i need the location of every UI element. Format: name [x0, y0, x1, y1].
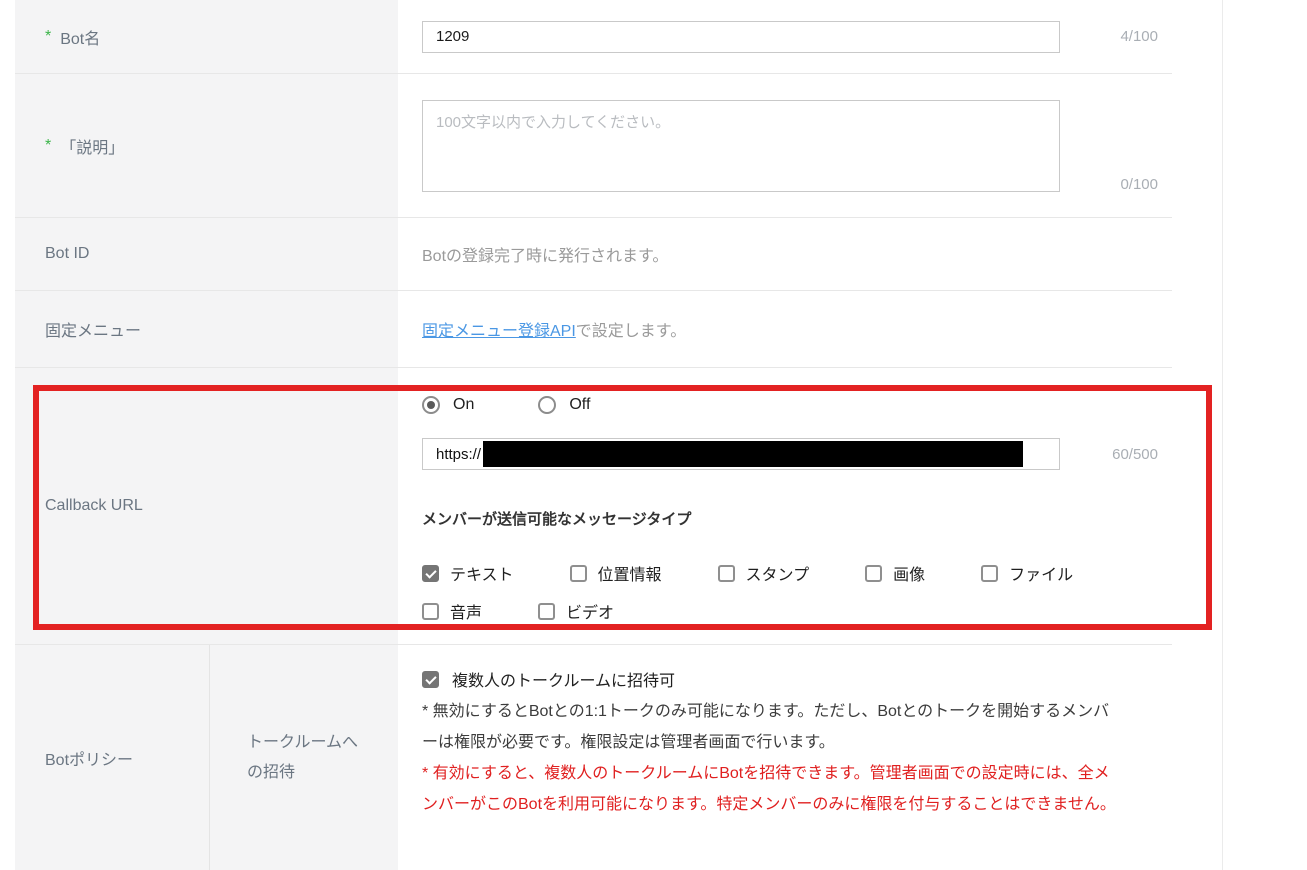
callback-url-input[interactable]: https:// — [422, 438, 1060, 470]
description-label-cell: * 「説明」 — [15, 74, 398, 217]
fixed-menu-label-cell: 固定メニュー — [15, 291, 398, 367]
message-type-label: スタンプ — [745, 567, 810, 584]
radio-on-icon[interactable] — [422, 396, 440, 414]
checkbox-icon[interactable] — [569, 564, 587, 582]
message-type-label: ファイル — [1009, 567, 1074, 584]
row-description: * 「説明」 0/100 — [15, 74, 1172, 218]
page-edge-divider — [1222, 0, 1223, 870]
description-textarea[interactable] — [422, 100, 1060, 192]
bot-name-input[interactable] — [422, 20, 1060, 53]
fixed-menu-content: 固定メニュー登録API で設定します。 — [398, 291, 1172, 367]
checkbox-icon[interactable] — [422, 670, 439, 688]
bot-policy-note-gray: * 無効にするとBotとの1:1トークのみ可能になります。ただし、Botとのトー… — [422, 703, 1110, 751]
redaction-bar — [483, 441, 1024, 467]
message-type-text[interactable]: テキスト — [422, 561, 514, 585]
checkbox-icon[interactable] — [981, 564, 999, 582]
fixed-menu-suffix: で設定します。 — [575, 323, 687, 340]
checkbox-icon[interactable] — [538, 602, 556, 620]
bot-policy-label-cell: Botポリシー — [15, 645, 210, 870]
message-types-heading: メンバーが送信可能なメッセージタイプ — [422, 511, 692, 528]
multi-talkroom-invite-label: 複数人のトークルームに招待可 — [452, 673, 676, 690]
callback-url-input-row: https:// 60/500 — [422, 438, 1172, 470]
bot-name-label: Bot名 — [60, 30, 101, 48]
checkbox-icon[interactable] — [865, 564, 883, 582]
callback-radio-group: On Off — [422, 396, 1172, 414]
row-bot-name: * Bot名 4/100 — [15, 0, 1172, 74]
callback-url-counter: 60/500 — [1112, 445, 1158, 463]
bot-id-label-cell: Bot ID — [15, 218, 398, 290]
message-type-row-2: 音声 ビデオ — [422, 599, 1172, 623]
bot-id-note: Botの登録完了時に発行されます。 — [422, 248, 669, 265]
row-bot-id: Bot ID Botの登録完了時に発行されます。 — [15, 218, 1172, 291]
bot-settings-form-page: * Bot名 4/100 * 「説明」 0/100 Bot ID — [0, 0, 1307, 870]
checkbox-icon[interactable] — [422, 564, 439, 582]
callback-on-option[interactable]: On — [422, 396, 474, 414]
callback-url-label: Callback URL — [45, 497, 143, 514]
bot-policy-label: Botポリシー — [45, 751, 134, 769]
bot-name-content: 4/100 — [398, 0, 1172, 73]
message-type-label: テキスト — [450, 567, 514, 584]
row-fixed-menu: 固定メニュー 固定メニュー登録API で設定します。 — [15, 291, 1172, 368]
required-asterisk: * — [45, 27, 52, 45]
message-type-location[interactable]: 位置情報 — [569, 561, 662, 585]
required-asterisk: * — [45, 136, 52, 154]
talkroom-invite-label-cell: トークルームへの招待 — [210, 645, 398, 870]
radio-off-label: Off — [569, 396, 591, 413]
message-type-row-1: テキスト 位置情報 スタンプ 画像 ファイル — [422, 561, 1172, 585]
bot-settings-table: * Bot名 4/100 * 「説明」 0/100 Bot ID — [15, 0, 1172, 870]
message-type-image[interactable]: 画像 — [865, 561, 925, 585]
multi-talkroom-invite-option[interactable]: 複数人のトークルームに招待可 — [422, 667, 1172, 691]
message-type-audio[interactable]: 音声 — [422, 599, 482, 623]
checkbox-icon[interactable] — [422, 602, 439, 620]
message-type-label: 画像 — [893, 567, 926, 584]
bot-policy-content: 複数人のトークルームに招待可 * 無効にするとBotとの1:1トークのみ可能にな… — [398, 645, 1172, 870]
callback-off-option[interactable]: Off — [538, 396, 590, 414]
message-type-sticker[interactable]: スタンプ — [717, 561, 810, 585]
bot-name-counter: 4/100 — [1120, 28, 1158, 45]
talkroom-invite-label: トークルームへの招待 — [247, 733, 359, 781]
message-type-label: 音声 — [450, 605, 483, 622]
callback-url-prefix: https:// — [436, 445, 482, 463]
bot-id-content: Botの登録完了時に発行されます。 — [398, 218, 1172, 290]
radio-on-label: On — [453, 396, 475, 413]
message-type-label: 位置情報 — [597, 567, 662, 584]
bot-policy-note-red: * 有効にすると、複数人のトークルームにBotを招待できます。管理者画面での設定… — [422, 765, 1116, 813]
bot-id-label: Bot ID — [45, 245, 90, 262]
message-type-label: ビデオ — [566, 605, 615, 622]
bot-name-label-cell: * Bot名 — [15, 0, 398, 73]
fixed-menu-label: 固定メニュー — [45, 323, 142, 340]
description-label: 「説明」 — [60, 139, 125, 157]
message-type-video[interactable]: ビデオ — [538, 599, 614, 623]
row-callback-url: Callback URL On Off https:// 60/500 メンバー… — [15, 368, 1172, 645]
description-content: 0/100 — [398, 74, 1172, 217]
radio-off-icon[interactable] — [538, 396, 557, 414]
callback-url-label-cell: Callback URL — [15, 368, 398, 644]
callback-url-content: On Off https:// 60/500 メンバーが送信可能なメッセージタイ… — [398, 368, 1172, 644]
message-type-file[interactable]: ファイル — [981, 561, 1073, 585]
description-counter: 0/100 — [1120, 176, 1158, 193]
row-bot-policy: Botポリシー トークルームへの招待 複数人のトークルームに招待可 * 無効にす… — [15, 645, 1172, 870]
checkbox-icon[interactable] — [717, 564, 735, 582]
fixed-menu-api-link[interactable]: 固定メニュー登録API — [422, 317, 576, 341]
